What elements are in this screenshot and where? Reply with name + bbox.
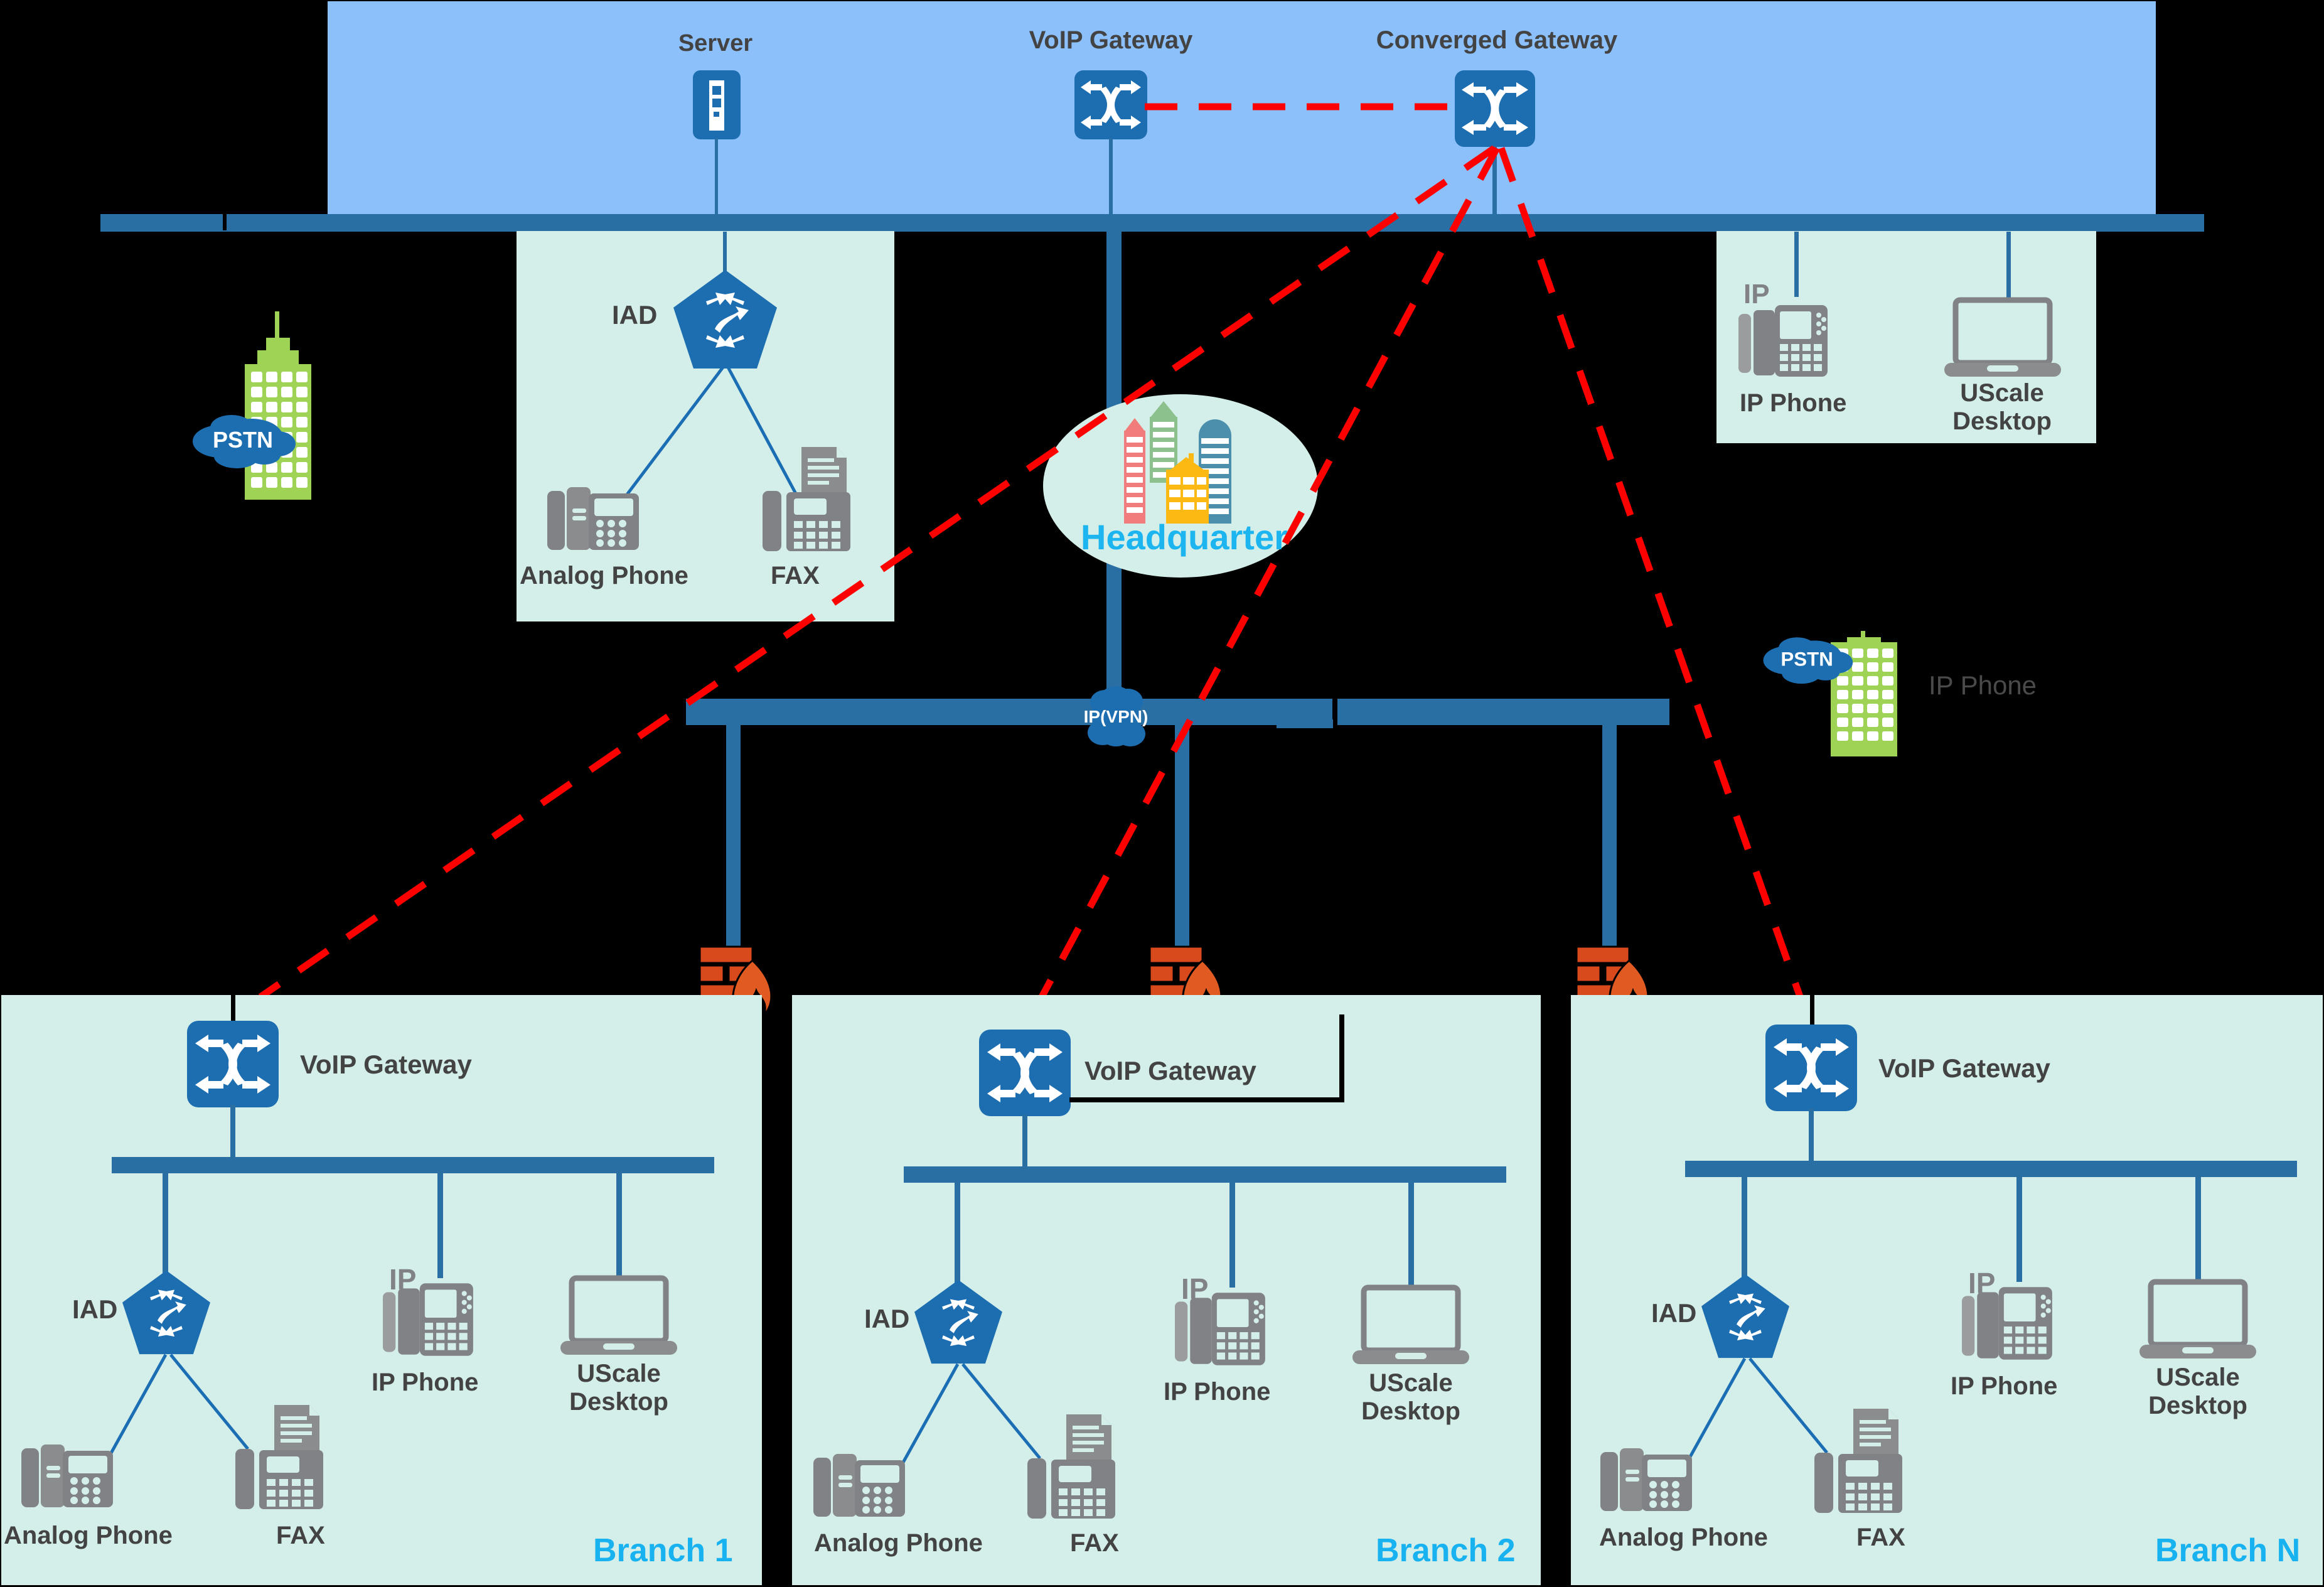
branch-n-analog-phone-icon[interactable]: [1600, 1443, 1692, 1514]
branch-1-gateway-to-lan-link: [230, 1105, 235, 1161]
branch-1-laptop-label-line1: UScale: [577, 1360, 661, 1387]
branch-1-iad-drop: [163, 1171, 168, 1277]
branch-n-fax-label: FAX: [1856, 1524, 1905, 1551]
branch-2-ip-phone-drop: [1229, 1181, 1235, 1288]
branch-n-lan-bus: [1685, 1161, 2297, 1177]
branch-n-ip-phone-icon[interactable]: [1962, 1282, 2057, 1365]
branch-1-lan-bus: [112, 1157, 714, 1173]
branch-2-lan-bus: [904, 1166, 1506, 1183]
branch-n-fax-icon[interactable]: [1814, 1409, 1902, 1514]
branch-1-iad-label: IAD: [72, 1294, 118, 1324]
vpn-tunnel-to-branch-1: [258, 145, 1497, 1000]
branch-2-gateway-fw-link-v: [1339, 1014, 1344, 1101]
branch-1-ip-phone-drop: [437, 1171, 443, 1278]
branch-2-name-label: Branch 2: [1376, 1532, 1516, 1569]
branch-1-fax-icon[interactable]: [235, 1405, 323, 1510]
branch-n-iad-label: IAD: [1651, 1298, 1697, 1328]
branch-n-ip-phone-label: IP Phone: [1951, 1372, 2058, 1400]
branch-n-gateway-label: VoIP Gateway: [1878, 1053, 2050, 1083]
branch-2-analog-phone-icon[interactable]: [813, 1449, 905, 1519]
branch-2-voip-gateway-icon[interactable]: [979, 1030, 1071, 1116]
branch-1-gateway-wan-stub: [231, 984, 235, 1025]
branch-2-fax-icon[interactable]: [1027, 1414, 1115, 1520]
branch-1-laptop-label: UScale Desktop: [556, 1360, 682, 1416]
branch-1-laptop-label-line2: Desktop: [569, 1387, 668, 1416]
branch-1-name-label: Branch 1: [593, 1532, 733, 1569]
branch-n-voip-gateway-icon[interactable]: [1765, 1025, 1857, 1111]
branch-n-name-label: Branch N: [2155, 1532, 2301, 1569]
branch-2-gateway-to-lan-link: [1022, 1114, 1027, 1171]
branch-2-laptop-label-line1: UScale: [1369, 1369, 1453, 1397]
branch-2-gateway-label: VoIP Gateway: [1084, 1056, 1256, 1085]
branch-n-laptop-label-line1: UScale: [2156, 1364, 2240, 1391]
branch-n-iad-icon[interactable]: [1701, 1274, 1789, 1358]
branch-1-voip-gateway-icon[interactable]: [187, 1021, 279, 1107]
branch-2-ip-phone-label: IP Phone: [1164, 1378, 1271, 1406]
branch-2-ip-phone-icon[interactable]: [1175, 1288, 1270, 1370]
branch-1-iad-icon[interactable]: [122, 1270, 210, 1355]
branch-2-laptop-label-line2: Desktop: [1361, 1397, 1460, 1425]
branch-2-laptop-drop: [1408, 1181, 1414, 1288]
vpn-tunnel-to-branch-n: [1497, 147, 1813, 1025]
branch-1-analog-phone-label: Analog Phone: [4, 1522, 173, 1549]
branch-1-analog-phone-icon[interactable]: [21, 1439, 113, 1510]
branch-n-gateway-wan-stub: [1810, 984, 1814, 1027]
branch-2-iad-drop: [955, 1181, 960, 1286]
branch-1-ip-phone-label: IP Phone: [372, 1369, 479, 1396]
branch-n-gateway-to-lan-link: [1809, 1109, 1814, 1165]
branch-n-laptop-label-line2: Desktop: [2148, 1391, 2247, 1419]
branch-n-iad-drop: [1742, 1175, 1747, 1281]
branch-2-gateway-fw-link-h: [1069, 1097, 1344, 1102]
branch-1-ip-phone-icon[interactable]: [383, 1278, 478, 1361]
branch-n-laptop-icon[interactable]: [2139, 1279, 2256, 1360]
branch-1-laptop-icon[interactable]: [560, 1275, 677, 1356]
branch-1-fax-label: FAX: [276, 1522, 325, 1549]
branch-2-iad-icon[interactable]: [914, 1279, 1002, 1364]
branch-2-fax-label: FAX: [1070, 1529, 1119, 1557]
branch-2-analog-phone-label: Analog Phone: [814, 1529, 983, 1557]
branch-n-laptop-drop: [2195, 1175, 2201, 1282]
branch-n-laptop-label: UScale Desktop: [2135, 1364, 2261, 1420]
branch-n-ip-phone-drop: [2016, 1175, 2022, 1282]
branch-1-laptop-drop: [616, 1171, 622, 1278]
branch-1-gateway-label: VoIP Gateway: [300, 1050, 472, 1079]
branch-2-iad-label: IAD: [864, 1304, 910, 1333]
vpn-tunnel-to-branch-2: [1011, 146, 1500, 1050]
branch-n-analog-phone-label: Analog Phone: [1599, 1524, 1768, 1551]
branch-2-laptop-label: UScale Desktop: [1348, 1369, 1474, 1426]
branch-2-laptop-icon[interactable]: [1352, 1284, 1469, 1365]
network-diagram-canvas: Server VoIP Gateway Converged Gateway IA…: [0, 0, 2324, 1587]
